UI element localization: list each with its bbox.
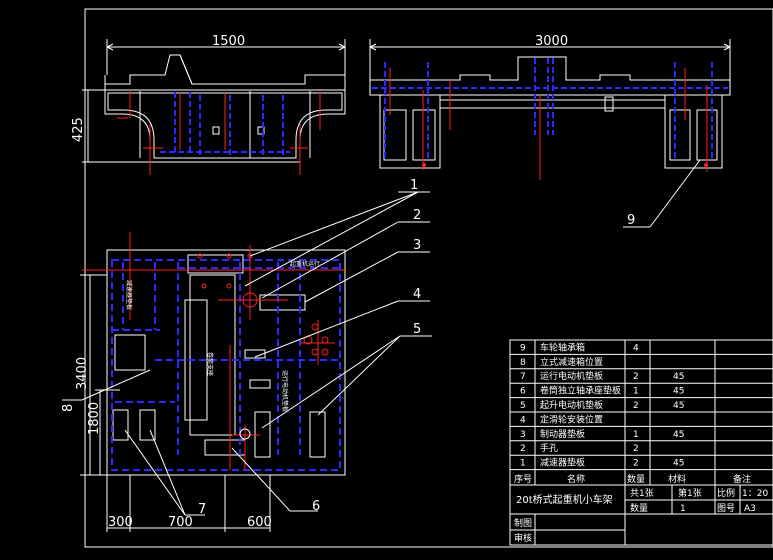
table-cell-qty: 2 xyxy=(633,401,639,411)
scale-value: 1：20 xyxy=(742,489,768,499)
plan-view xyxy=(80,249,346,532)
dim-3400: 3400 xyxy=(75,357,90,390)
callout-1: 1 xyxy=(410,178,418,193)
plan-label-top: 起重机运行 xyxy=(290,260,320,268)
table-cell-no: 9 xyxy=(520,343,526,353)
table-cell-name: 制动器垫板 xyxy=(540,428,585,440)
top-left-elevation xyxy=(82,39,346,163)
header-no: 序号 xyxy=(514,473,532,485)
callout-6: 6 xyxy=(312,499,320,514)
dim-1500: 1500 xyxy=(212,34,245,49)
table-cell-qty: 2 xyxy=(633,444,639,454)
plan-holes xyxy=(197,253,329,440)
plan-label-left: 减速器垫板 xyxy=(125,280,133,310)
table-cell-name: 手孔 xyxy=(540,442,558,454)
total-sheets: 共1张 xyxy=(630,488,654,499)
table-cell-material: 45 xyxy=(673,459,684,469)
drawing-no-label: 图号 xyxy=(717,503,735,514)
table-cell-qty: 1 xyxy=(633,430,639,440)
table-cell-qty: 2 xyxy=(633,459,639,469)
checked-label: 审核 xyxy=(514,532,532,544)
header-name: 名称 xyxy=(567,473,585,485)
sheet-no: 第1张 xyxy=(678,487,702,499)
header-note: 备注 xyxy=(733,473,751,485)
parts-table xyxy=(509,339,773,546)
header-material: 材料 xyxy=(668,473,686,485)
top-right-hidden xyxy=(372,58,728,160)
table-cell-qty: 2 xyxy=(633,372,639,382)
title-block: 20t桥式起重机小车架 共1张 第1张 比例 1：20 数量 1 图号 A3 制… xyxy=(514,487,768,544)
table-cell-no: 6 xyxy=(520,387,526,397)
plan-hidden xyxy=(111,259,341,471)
plan-label-right: 运行电动机垫板 xyxy=(281,370,289,412)
header-qty: 数量 xyxy=(627,473,645,485)
callout-7: 7 xyxy=(198,502,206,517)
callout-9: 9 xyxy=(627,213,635,228)
dim-3000: 3000 xyxy=(535,34,568,49)
table-cell-no: 7 xyxy=(520,372,526,382)
table-cell-name: 车轮轴承箱 xyxy=(540,341,585,353)
table-cell-no: 4 xyxy=(520,415,526,425)
table-cell-material: 45 xyxy=(673,372,684,382)
callout-3: 3 xyxy=(413,238,421,253)
table-cell-name: 立式减速箱位置 xyxy=(540,356,603,368)
table-cell-material: 45 xyxy=(673,387,684,397)
table-cell-name: 减速器垫板 xyxy=(540,457,585,469)
table-cell-name: 起升电动机垫板 xyxy=(540,399,603,411)
qty-value: 1 xyxy=(680,504,686,514)
cad-drawing: 1500 425 3000 起重机运行 减速器垫板 卷筒支座 运行电动机垫板 3… xyxy=(61,8,773,548)
dim-600: 600 xyxy=(247,515,272,530)
table-cell-name: 卷筒独立轴承座垫板 xyxy=(540,385,621,397)
dim-1800: 1800 xyxy=(87,402,102,435)
dim-700: 700 xyxy=(168,515,193,530)
table-cell-no: 8 xyxy=(520,358,526,368)
table-cell-qty: 4 xyxy=(633,343,639,353)
dim-300: 300 xyxy=(108,515,133,530)
leader-lines xyxy=(62,159,701,516)
table-cell-name: 运行电动机垫板 xyxy=(540,370,603,382)
table-cell-material: 45 xyxy=(673,430,684,440)
table-cell-material: 45 xyxy=(673,401,684,411)
dim-425: 425 xyxy=(71,117,86,142)
table-cell-qty: 1 xyxy=(633,387,639,397)
table-cell-no: 3 xyxy=(520,430,526,440)
drawing-no-value: A3 xyxy=(744,504,756,514)
callout-5: 5 xyxy=(413,322,421,337)
table-cell-no: 2 xyxy=(520,444,526,454)
parts-table-rows: 9 车轮轴承箱 4 8 立式减速箱位置 7 运行电动机垫板 2 45 6 卷筒独立轴承座垫板 1 45 5… xyxy=(510,341,773,471)
callout-4: 4 xyxy=(413,287,421,302)
plan-label-center: 卷筒支座 xyxy=(206,352,214,376)
callout-2: 2 xyxy=(413,208,421,223)
table-cell-no: 1 xyxy=(520,459,526,469)
title-text: 20t桥式起重机小车架 xyxy=(516,493,613,506)
qty-label: 数量 xyxy=(630,502,648,514)
table-cell-name: 定滑轮安装位置 xyxy=(540,413,603,425)
callout-8: 8 xyxy=(61,404,76,412)
scale-label: 比例 xyxy=(717,487,735,499)
table-cell-no: 5 xyxy=(520,401,526,411)
drawn-label: 制图 xyxy=(514,517,532,529)
